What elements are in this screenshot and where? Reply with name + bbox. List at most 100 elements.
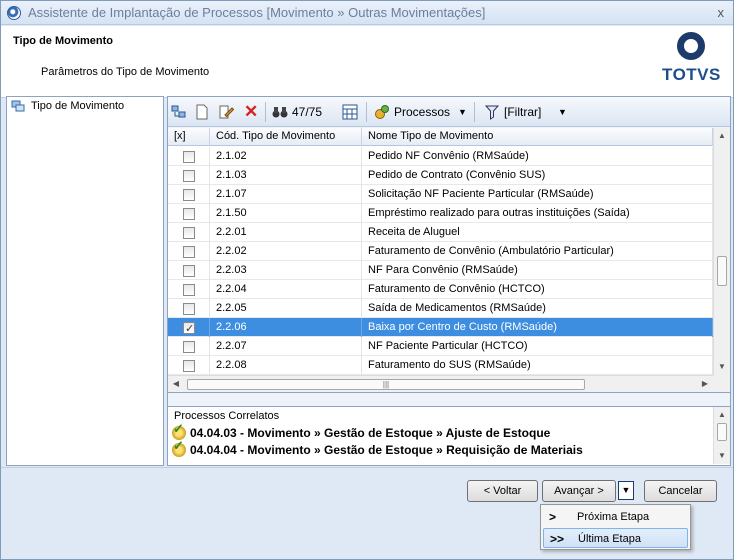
vertical-scroll-thumb[interactable]	[717, 256, 727, 286]
row-code-cell: 2.2.08	[210, 356, 362, 375]
content-panel: ✕ 47/75 Processos ▼ [Filtrar] ▼ [x] Cód.…	[167, 96, 731, 466]
menu-item-ultima-etapa[interactable]: >> Última Etapa	[543, 528, 688, 548]
row-checkbox[interactable]	[183, 208, 195, 220]
row-select-cell	[168, 242, 210, 261]
row-checkbox[interactable]	[183, 151, 195, 163]
avancar-dropdown-icon[interactable]: ▼	[618, 481, 634, 500]
scroll-up-icon[interactable]: ▲	[714, 128, 730, 144]
column-header-select[interactable]: [x]	[168, 128, 210, 146]
step-subtitle: Parâmetros do Tipo de Movimento	[41, 66, 210, 78]
row-name-cell: Faturamento de Convênio (Ambulatório Par…	[362, 242, 713, 261]
related-processes: Processos Correlatos 04.04.03 - Moviment…	[168, 406, 730, 465]
related-process-item[interactable]: 04.04.04 - Movimento » Gestão de Estoque…	[172, 438, 583, 457]
filtrar-menu-button[interactable]: [Filtrar]	[504, 104, 541, 120]
horizontal-scrollbar[interactable]: ◀ ||| ▶	[168, 375, 713, 392]
row-code-cell: 2.2.06	[210, 318, 362, 337]
record-counter: 47/75	[292, 105, 323, 119]
row-select-cell	[168, 261, 210, 280]
tree-item-tipo-de-movimento[interactable]: Tipo de Movimento	[31, 100, 124, 112]
binoculars-icon[interactable]	[272, 104, 288, 120]
chevron-down-icon[interactable]: ▼	[558, 104, 567, 120]
row-checkbox[interactable]	[183, 189, 195, 201]
menu-item-label: Última Etapa	[578, 533, 641, 545]
row-checkbox[interactable]	[183, 341, 195, 353]
table-row[interactable]: 2.2.07 NF Paciente Particular (HCTCO)	[168, 337, 713, 356]
totvs-logo-icon	[677, 32, 705, 60]
table-row[interactable]: 2.2.01 Receita de Aluguel	[168, 223, 713, 242]
vertical-scrollbar[interactable]: ▲ ▼	[713, 128, 730, 375]
table-row[interactable]: 2.1.02 Pedido NF Convênio (RMSaúde)	[168, 147, 713, 166]
processos-menu-button[interactable]: Processos	[394, 104, 450, 120]
movement-type-grid: [x] Cód. Tipo de Movimento Nome Tipo de …	[168, 128, 730, 393]
row-select-cell	[168, 299, 210, 318]
scroll-right-icon[interactable]: ▶	[697, 376, 713, 392]
app-icon	[7, 6, 21, 20]
table-row[interactable]: 2.1.07 Solicitação NF Paciente Particular…	[168, 185, 713, 204]
row-code-cell: 2.2.04	[210, 280, 362, 299]
row-name-cell: Pedido NF Convênio (RMSaúde)	[362, 147, 713, 166]
toolbar-separator	[265, 102, 266, 122]
next-arrow-icon: >	[549, 510, 557, 524]
wizard-window: Assistente de Implantação de Processos […	[0, 0, 734, 560]
row-select-cell	[168, 318, 210, 338]
voltar-button[interactable]: < Voltar	[467, 480, 538, 502]
row-checkbox[interactable]	[183, 303, 195, 315]
row-checkbox[interactable]	[183, 170, 195, 182]
grid-toolbar: ✕ 47/75 Processos ▼ [Filtrar] ▼	[168, 97, 730, 127]
scroll-left-icon[interactable]: ◀	[168, 376, 184, 392]
row-select-cell	[168, 166, 210, 185]
new-record-icon[interactable]	[195, 104, 209, 120]
row-name-cell: Solicitação NF Paciente Particular (RMSa…	[362, 185, 713, 204]
row-code-cell: 2.2.02	[210, 242, 362, 261]
delete-icon[interactable]: ✕	[244, 102, 258, 121]
related-scroll-thumb[interactable]	[717, 423, 727, 441]
step-header: Tipo de Movimento Parâmetros do Tipo de …	[1, 26, 733, 98]
column-header-code[interactable]: Cód. Tipo de Movimento	[210, 128, 362, 146]
row-code-cell: 2.1.02	[210, 147, 362, 166]
menu-item-proxima-etapa[interactable]: > Próxima Etapa	[543, 507, 688, 527]
row-checkbox[interactable]	[183, 227, 195, 239]
row-code-cell: 2.2.05	[210, 299, 362, 318]
process-check-icon	[172, 438, 186, 457]
tree-node-icon	[11, 100, 25, 112]
row-checkbox[interactable]	[183, 246, 195, 258]
row-checkbox[interactable]	[183, 320, 195, 338]
row-code-cell: 2.1.03	[210, 166, 362, 185]
row-name-cell: Faturamento do SUS (RMSaúde)	[362, 356, 713, 375]
step-title: Tipo de Movimento	[13, 35, 114, 47]
row-name-cell: Baixa por Centro de Custo (RMSaúde)	[362, 318, 713, 337]
table-row[interactable]: 2.1.03 Pedido de Contrato (Convênio SUS)	[168, 166, 713, 185]
chevron-down-icon[interactable]: ▼	[458, 104, 467, 120]
table-row[interactable]: 2.2.06Baixa por Centro de Custo (RMSaúde…	[168, 318, 713, 338]
row-checkbox[interactable]	[183, 360, 195, 372]
last-arrow-icon: >>	[550, 532, 565, 546]
processos-icon	[374, 104, 390, 120]
table-row[interactable]: 2.2.08 Faturamento do SUS (RMSaúde)	[168, 356, 713, 375]
column-header-name[interactable]: Nome Tipo de Movimento	[362, 128, 713, 146]
table-row[interactable]: 2.1.50 Empréstimo realizado para outras i…	[168, 204, 713, 223]
table-row[interactable]: 2.2.05 Saída de Medicamentos (RMSaúde)	[168, 299, 713, 318]
navigate-icon[interactable]	[171, 104, 187, 120]
row-select-cell	[168, 356, 210, 375]
table-row[interactable]: 2.2.04 Faturamento de Convênio (HCTCO)	[168, 280, 713, 299]
row-checkbox[interactable]	[183, 265, 195, 277]
related-scrollbar[interactable]: ▲ ▼	[713, 407, 730, 464]
row-name-cell: Faturamento de Convênio (HCTCO)	[362, 280, 713, 299]
row-code-cell: 2.2.03	[210, 261, 362, 280]
row-checkbox[interactable]	[183, 284, 195, 296]
scroll-up-icon[interactable]: ▲	[714, 407, 730, 423]
related-processes-title: Processos Correlatos	[174, 410, 280, 422]
table-row[interactable]: 2.2.02 Faturamento de Convênio (Ambulatór…	[168, 242, 713, 261]
related-process-item[interactable]: 04.04.03 - Movimento » Gestão de Estoque…	[172, 421, 550, 440]
edit-record-icon[interactable]	[218, 104, 234, 120]
avancar-button[interactable]: Avançar >	[542, 480, 616, 502]
cancelar-button[interactable]: Cancelar	[644, 480, 717, 502]
window-title: Assistente de Implantação de Processos […	[28, 5, 486, 20]
scroll-down-icon[interactable]: ▼	[714, 448, 730, 464]
horizontal-scroll-thumb[interactable]: |||	[187, 379, 585, 390]
scroll-down-icon[interactable]: ▼	[714, 359, 730, 375]
grid-view-icon[interactable]	[342, 104, 358, 120]
row-select-cell	[168, 280, 210, 299]
table-row[interactable]: 2.2.03 NF Para Convênio (RMSaúde)	[168, 261, 713, 280]
close-button[interactable]: x	[718, 5, 725, 20]
